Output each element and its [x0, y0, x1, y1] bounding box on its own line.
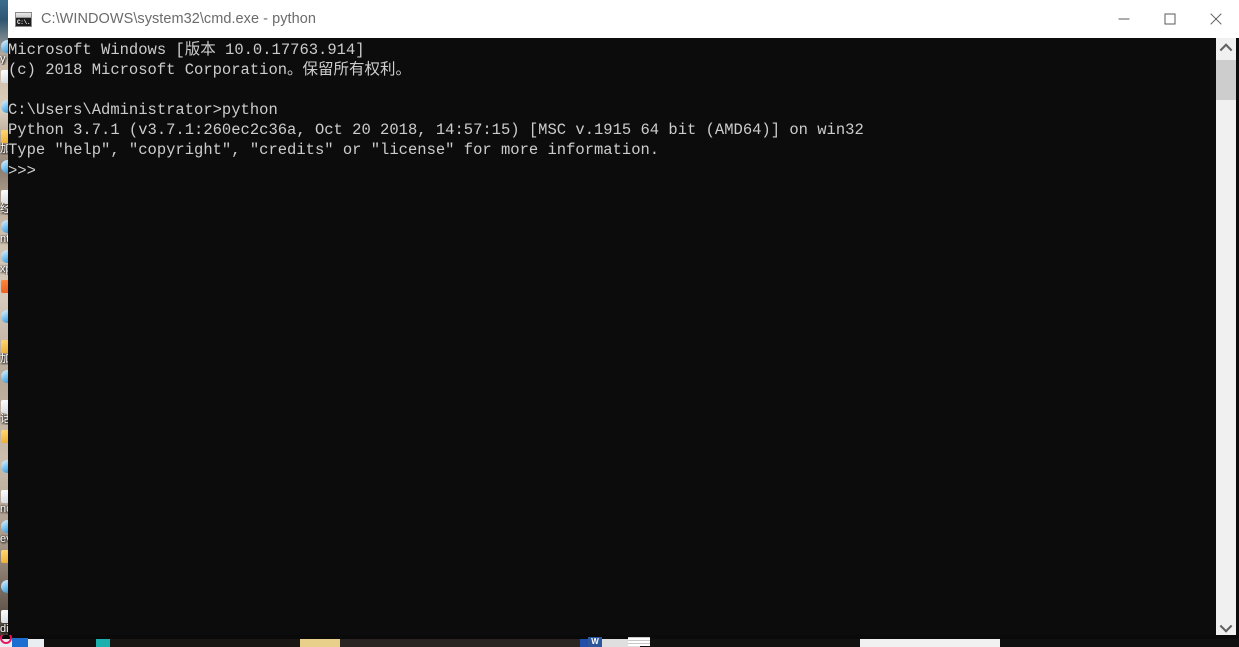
console-line: Microsoft Windows [版本 10.0.17763.914] [8, 41, 365, 59]
maximize-icon [1164, 13, 1176, 25]
cmd-console-icon: C:\. [15, 11, 32, 27]
taskbar-word-icon[interactable]: W [588, 637, 602, 647]
minimize-button[interactable] [1101, 0, 1147, 38]
maximize-button[interactable] [1147, 0, 1193, 38]
window-controls [1101, 0, 1239, 38]
vertical-scrollbar[interactable] [1216, 38, 1236, 638]
taskbar-document-icon[interactable] [628, 637, 650, 646]
window-titlebar[interactable]: C:\. C:\WINDOWS\system32\cmd.exe - pytho… [8, 0, 1239, 38]
minimize-icon [1118, 18, 1130, 20]
taskbar[interactable]: W [0, 635, 1239, 647]
scroll-up-button[interactable] [1216, 38, 1236, 58]
console-output-area[interactable]: Microsoft Windows [版本 10.0.17763.914] (c)… [8, 38, 1239, 638]
console-line: Python 3.7.1 (v3.7.1:260ec2c36a, Oct 20 … [8, 121, 864, 140]
cmd-icon-text: C:\. [16, 17, 31, 26]
chevron-up-icon [1219, 43, 1233, 57]
console-line: C:\Users\Administrator>python [8, 101, 278, 120]
window-title: C:\WINDOWS\system32\cmd.exe - python [41, 11, 316, 27]
console-line: Type "help", "copyright", "credits" or "… [8, 141, 660, 160]
scrollbar-thumb[interactable] [1216, 60, 1236, 100]
taskbar-explorer-icon[interactable] [12, 638, 28, 647]
cmd-window: C:\. C:\WINDOWS\system32\cmd.exe - pytho… [8, 0, 1239, 638]
console-line: >>> [8, 161, 36, 180]
console-line: (c) 2018 Microsoft Corporation。保留所有权利。 [8, 61, 412, 80]
taskbar-icon-strip [0, 639, 1239, 647]
screen: y 加经 nt xp 加话 nc ev di C:\. C:\WINDOWS\system32… [0, 0, 1239, 647]
console-text: Microsoft Windows [版本 10.0.17763.914] (c)… [8, 40, 1208, 181]
close-button[interactable] [1193, 0, 1239, 38]
chevron-down-icon [1219, 619, 1233, 633]
